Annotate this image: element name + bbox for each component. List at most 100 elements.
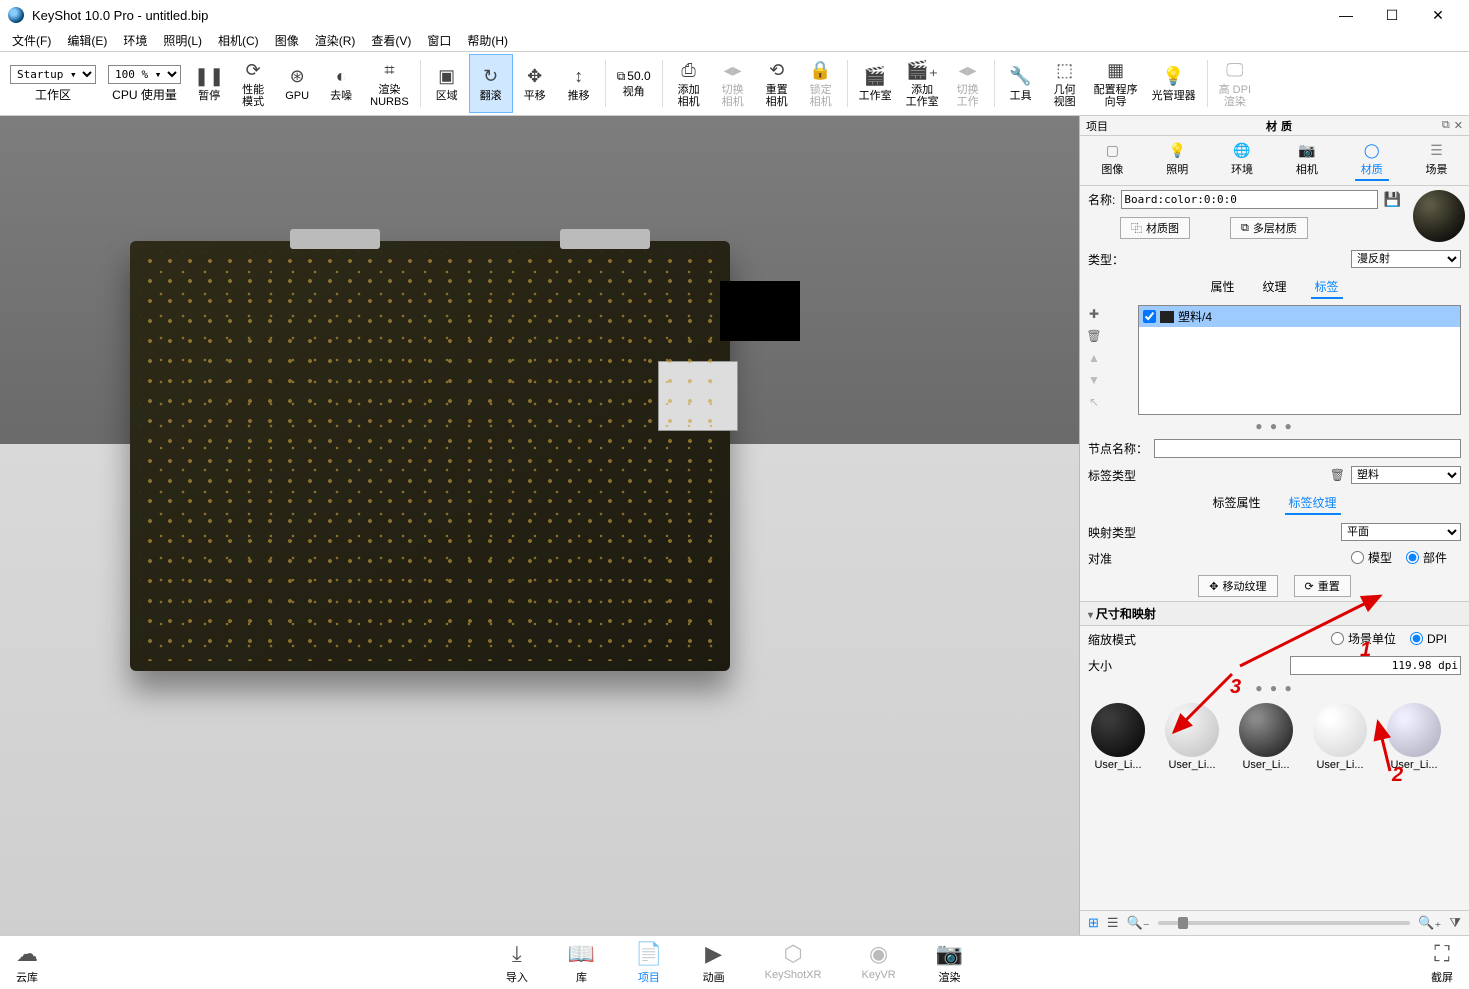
toolbar-addcam-button[interactable]: ⎙添加 相机 bbox=[667, 54, 711, 113]
window-title: KeyShot 10.0 Pro - untitled.bip bbox=[32, 8, 1323, 23]
menu-帮助(H)[interactable]: 帮助(H) bbox=[459, 30, 516, 51]
swatch-3[interactable]: User_Li... bbox=[1308, 703, 1372, 771]
move-texture-button[interactable]: ✥移动纹理 bbox=[1198, 575, 1277, 597]
delete-label-icon[interactable]: 🗑 bbox=[1086, 329, 1101, 343]
toolbar-dolly-button[interactable]: ↕推移 bbox=[557, 54, 601, 113]
drag-handle-icon[interactable]: ● ● ● bbox=[1080, 679, 1469, 697]
bottom-anim-button[interactable]: ▶动画 bbox=[703, 941, 725, 985]
material-name-input[interactable] bbox=[1121, 190, 1377, 209]
swatch-2[interactable]: User_Li... bbox=[1234, 703, 1298, 771]
panel-head-left: 项目 bbox=[1086, 118, 1120, 134]
toolbar-denoise-button[interactable]: ◐去噪 bbox=[319, 54, 363, 113]
screenshot-button[interactable]: ⛶ 截屏 bbox=[1431, 941, 1453, 985]
save-icon[interactable]: 💾 bbox=[1384, 191, 1401, 208]
pcb-model[interactable] bbox=[130, 241, 730, 671]
zoom-out-icon[interactable]: 🔍₋ bbox=[1127, 915, 1150, 931]
keyvr-icon: ◉ bbox=[869, 941, 888, 967]
toolbar-geomview-button[interactable]: ⬚几何 视图 bbox=[1043, 54, 1087, 113]
pick-icon[interactable]: ↖ bbox=[1089, 395, 1099, 409]
toolbar-tools-button[interactable]: 🔧工具 bbox=[999, 54, 1043, 113]
menu-相机(C)[interactable]: 相机(C) bbox=[210, 30, 267, 51]
bottom-render-button[interactable]: 📷渲染 bbox=[936, 941, 963, 985]
workspace-select[interactable]: Startup ▾ bbox=[10, 65, 96, 84]
delete-labeltype-icon[interactable]: 🗑 bbox=[1330, 468, 1345, 482]
align-part-radio[interactable]: 部件 bbox=[1406, 549, 1447, 566]
close-button[interactable]: ✕ bbox=[1415, 0, 1461, 30]
list-view-icon[interactable]: ☰ bbox=[1107, 915, 1119, 931]
panel-tab-env[interactable]: 🌐环境 bbox=[1225, 140, 1259, 181]
subtab-labeltex[interactable]: 标签纹理 bbox=[1285, 492, 1341, 515]
add-label-icon[interactable]: ✚ bbox=[1089, 307, 1099, 321]
minimize-button[interactable]: ― bbox=[1323, 0, 1369, 30]
subtab-texture[interactable]: 纹理 bbox=[1258, 276, 1290, 299]
bottom-project-button[interactable]: 📄项目 bbox=[635, 941, 662, 985]
reset-button[interactable]: ⟳重置 bbox=[1294, 575, 1351, 597]
panel-tab-scene[interactable]: ☰场景 bbox=[1420, 140, 1454, 181]
panel-tab-image[interactable]: ▢图像 bbox=[1095, 140, 1129, 181]
menu-查看(V)[interactable]: 查看(V) bbox=[363, 30, 419, 51]
toolbar-perf-button[interactable]: ⟳性能 模式 bbox=[231, 54, 275, 113]
label-visible-checkbox[interactable] bbox=[1143, 310, 1156, 323]
node-name-input[interactable] bbox=[1154, 439, 1461, 458]
material-preview-sphere[interactable] bbox=[1413, 190, 1465, 242]
toolbar-tumble-button[interactable]: ↻翻滚 bbox=[469, 54, 513, 113]
filter-icon[interactable]: ⧩ bbox=[1449, 915, 1461, 931]
toolbar-fov_combo-button[interactable]: ⧉50.0视角 bbox=[610, 54, 658, 113]
material-type-select[interactable]: 漫反射 bbox=[1351, 250, 1461, 268]
toolbar-studio-button[interactable]: 🎬工作室 bbox=[852, 54, 899, 113]
menu-编辑(E)[interactable]: 编辑(E) bbox=[59, 30, 115, 51]
subtab-labelprops[interactable]: 标签属性 bbox=[1208, 492, 1264, 515]
align-model-radio[interactable]: 模型 bbox=[1351, 549, 1392, 566]
subtab-labels[interactable]: 标签 bbox=[1311, 276, 1343, 299]
menu-环境[interactable]: 环境 bbox=[115, 30, 155, 51]
bottom-library-button[interactable]: 📖库 bbox=[568, 941, 595, 985]
swatch-0[interactable]: User_Li... bbox=[1086, 703, 1150, 771]
swatch-4[interactable]: User_Li... bbox=[1382, 703, 1446, 771]
zoom-in-icon[interactable]: 🔍₊ bbox=[1418, 915, 1441, 931]
scale-dpi-radio[interactable]: DPI bbox=[1410, 632, 1447, 646]
labels-listbox[interactable]: 塑料/4 bbox=[1138, 305, 1461, 415]
label-type-select[interactable]: 塑料 bbox=[1351, 466, 1461, 484]
menu-渲染(R)[interactable]: 渲染(R) bbox=[307, 30, 364, 51]
toolbar-pan-button[interactable]: ✥平移 bbox=[513, 54, 557, 113]
menu-照明(L)[interactable]: 照明(L) bbox=[155, 30, 210, 51]
panel-tab-lighting[interactable]: 💡照明 bbox=[1160, 140, 1194, 181]
material-graph-button[interactable]: ⿻材质图 bbox=[1120, 217, 1190, 239]
undock-icon[interactable]: ⧉ bbox=[1442, 119, 1450, 132]
toolbar-gpu-button[interactable]: ⊛GPU bbox=[275, 54, 319, 113]
cpu-usage-select[interactable]: 100 % ▾ bbox=[108, 65, 181, 84]
panel-close-icon[interactable]: ✕ bbox=[1454, 119, 1463, 132]
maximize-button[interactable]: ☐ bbox=[1369, 0, 1415, 30]
toolbar-addstudio-button[interactable]: 🎬₊添加 工作室 bbox=[899, 54, 946, 113]
toolbar-lightmgr-button[interactable]: 💡光管理器 bbox=[1145, 54, 1203, 113]
menu-窗口[interactable]: 窗口 bbox=[419, 30, 459, 51]
panel-tab-camera[interactable]: 📷相机 bbox=[1290, 140, 1324, 181]
zoom-slider[interactable] bbox=[1158, 921, 1411, 925]
cloud-library-button[interactable]: ☁ 云库 bbox=[16, 941, 38, 985]
image-icon: ▢ bbox=[1106, 142, 1119, 159]
studio-icon: 🎬 bbox=[864, 66, 886, 88]
move-up-icon[interactable]: ▲ bbox=[1088, 351, 1100, 365]
toolbar-region-button[interactable]: ▣区域 bbox=[425, 54, 469, 113]
menu-图像[interactable]: 图像 bbox=[267, 30, 307, 51]
toolbar-configurator-button[interactable]: ▦配置程序 向导 bbox=[1087, 54, 1145, 113]
toolbar-pause-button[interactable]: ❚❚暂停 bbox=[187, 54, 231, 113]
drag-handle-icon[interactable]: ● ● ● bbox=[1080, 417, 1469, 435]
swatch-1[interactable]: User_Li... bbox=[1160, 703, 1224, 771]
viewport-3d[interactable] bbox=[0, 116, 1079, 935]
menu-文件(F)[interactable]: 文件(F) bbox=[4, 30, 59, 51]
size-input[interactable] bbox=[1290, 656, 1462, 675]
size-mapping-section-header[interactable]: 尺寸和映射 bbox=[1080, 601, 1469, 626]
panel-tab-material[interactable]: ◯材质 bbox=[1355, 140, 1389, 181]
bottom-import-button[interactable]: ⤓导入 bbox=[506, 941, 528, 985]
grid-view-icon[interactable]: ⊞ bbox=[1088, 915, 1099, 931]
toolbar-resetcam-button[interactable]: ⟲重置 相机 bbox=[755, 54, 799, 113]
scene-icon: ☰ bbox=[1430, 142, 1443, 159]
scale-sceneunit-radio[interactable]: 场景单位 bbox=[1331, 630, 1396, 647]
label-list-item[interactable]: 塑料/4 bbox=[1139, 306, 1460, 327]
move-down-icon[interactable]: ▼ bbox=[1088, 373, 1100, 387]
mapping-type-select[interactable]: 平面 bbox=[1341, 523, 1461, 541]
toolbar-nurbs-button[interactable]: ⌗渲染 NURBS bbox=[363, 54, 416, 113]
multilayer-button[interactable]: ⧉多层材质 bbox=[1230, 217, 1308, 239]
subtab-props[interactable]: 属性 bbox=[1206, 276, 1238, 299]
